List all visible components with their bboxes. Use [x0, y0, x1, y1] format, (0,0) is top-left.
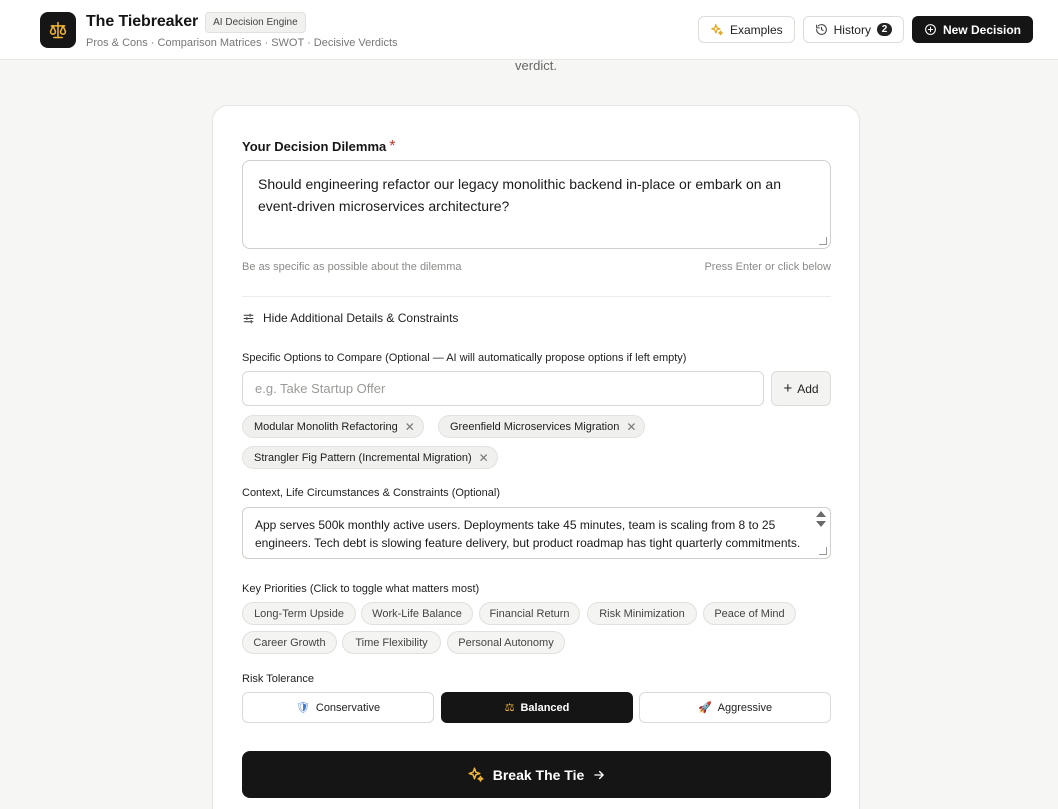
app-title: The Tiebreaker: [86, 13, 199, 30]
priority-chip[interactable]: Personal Autonomy: [447, 631, 565, 654]
new-decision-label: New Decision: [942, 22, 1021, 37]
hint-enter: Press Enter or click below: [704, 261, 831, 273]
option-tag: Greenfield Microservices Migration ✕: [438, 415, 646, 438]
priorities-label: Key Priorities (Click to toggle what mat…: [242, 583, 480, 595]
context-value: App serves 500k monthly active users. De…: [255, 518, 801, 550]
priority-chip[interactable]: Financial Return: [479, 602, 580, 625]
risk-label: Risk Tolerance: [242, 673, 314, 685]
new-decision-button[interactable]: New Decision: [911, 16, 1033, 43]
header-actions: Examples History 2 New Decision: [697, 16, 1033, 43]
brand-block: The Tiebreaker AI Decision Engine Pros &…: [86, 10, 398, 49]
risk-option-label: Aggressive: [717, 701, 773, 714]
required-mark: *: [389, 138, 396, 155]
context-label: Context, Life Circumstances & Constraint…: [242, 487, 500, 499]
app-header: The Tiebreaker AI Decision Engine Pros &…: [0, 0, 1058, 60]
history-icon: [815, 24, 827, 35]
plus-icon: +: [783, 379, 793, 397]
examples-label: Examples: [729, 22, 783, 37]
risk-balanced-button[interactable]: ⚖ Balanced: [441, 692, 633, 723]
scale-icon: ⚖: [504, 702, 515, 714]
options-label: Specific Options to Compare (Optional — …: [242, 352, 687, 364]
scroll-up-icon[interactable]: [816, 511, 826, 517]
dilemma-hints: Be as specific as possible about the dil…: [242, 261, 831, 273]
priority-chip[interactable]: Peace of Mind: [703, 602, 796, 625]
arrow-right-icon: [594, 770, 605, 779]
dilemma-value: Should engineering refactor our legacy m…: [258, 176, 781, 214]
toggle-details-button[interactable]: Hide Additional Details & Constraints: [242, 311, 831, 325]
shield-icon: 🛡: [295, 702, 310, 714]
resize-handle[interactable]: [819, 237, 827, 245]
risk-aggressive-button[interactable]: 🚀 Aggressive: [639, 692, 831, 723]
option-tag-label: Greenfield Microservices Migration: [450, 420, 620, 433]
priority-chip[interactable]: Work-Life Balance: [361, 602, 473, 625]
dilemma-textarea[interactable]: Should engineering refactor our legacy m…: [242, 160, 831, 249]
intro-text-tail: verdict.: [515, 58, 557, 73]
close-icon[interactable]: ✕: [479, 451, 489, 465]
sparkles-icon: [711, 23, 723, 35]
scale-icon: [49, 21, 67, 38]
history-count-badge: 2: [876, 23, 892, 36]
app-subtitle: Pros & Cons · Comparison Matrices · SWOT…: [86, 37, 398, 49]
history-button[interactable]: History 2: [802, 16, 904, 43]
hint-specific: Be as specific as possible about the dil…: [242, 261, 462, 273]
option-tag: Modular Monolith Refactoring ✕: [242, 415, 424, 438]
scroll-down-icon[interactable]: [816, 521, 826, 527]
priority-chip[interactable]: Time Flexibility: [342, 631, 441, 654]
risk-option-label: Conservative: [315, 701, 381, 714]
engine-badge: AI Decision Engine: [205, 11, 306, 33]
risk-conservative-button[interactable]: 🛡 Conservative: [242, 692, 434, 723]
history-label: History: [833, 22, 871, 37]
section-divider: [242, 296, 831, 297]
sparkles-icon: [468, 767, 484, 782]
option-tag: Strangler Fig Pattern (Incremental Migra…: [242, 446, 498, 469]
dilemma-label-row: Your Decision Dilemma *: [242, 138, 831, 156]
close-icon[interactable]: ✕: [405, 420, 415, 434]
context-textarea[interactable]: App serves 500k monthly active users. De…: [242, 507, 831, 559]
option-tag-label: Strangler Fig Pattern (Incremental Migra…: [254, 451, 472, 464]
close-icon[interactable]: ✕: [626, 420, 636, 434]
option-placeholder: e.g. Take Startup Offer: [255, 381, 386, 396]
break-the-tie-button[interactable]: Break The Tie: [242, 751, 831, 798]
app-logo: [40, 11, 76, 48]
decision-form-card: Your Decision Dilemma * Should engineerin…: [212, 105, 860, 809]
textarea-scrollbar[interactable]: [815, 511, 827, 527]
priority-chip[interactable]: Career Growth: [242, 631, 337, 654]
rocket-icon: 🚀: [697, 702, 712, 714]
dilemma-label: Your Decision Dilemma: [242, 139, 387, 154]
option-input[interactable]: e.g. Take Startup Offer: [242, 371, 764, 406]
submit-label: Break The Tie: [492, 766, 585, 783]
priority-chip[interactable]: Risk Minimization: [587, 602, 697, 625]
add-label: Add: [797, 381, 819, 396]
toggle-details-label: Hide Additional Details & Constraints: [263, 311, 459, 325]
add-option-button[interactable]: + Add: [771, 371, 831, 406]
examples-button[interactable]: Examples: [697, 16, 795, 43]
risk-option-label: Balanced: [520, 701, 570, 714]
resize-handle[interactable]: [819, 547, 827, 555]
plus-circle-icon: [925, 24, 936, 35]
sliders-icon: [243, 313, 254, 323]
priority-chip[interactable]: Long-Term Upside: [242, 602, 356, 625]
option-tag-label: Modular Monolith Refactoring: [254, 420, 398, 433]
